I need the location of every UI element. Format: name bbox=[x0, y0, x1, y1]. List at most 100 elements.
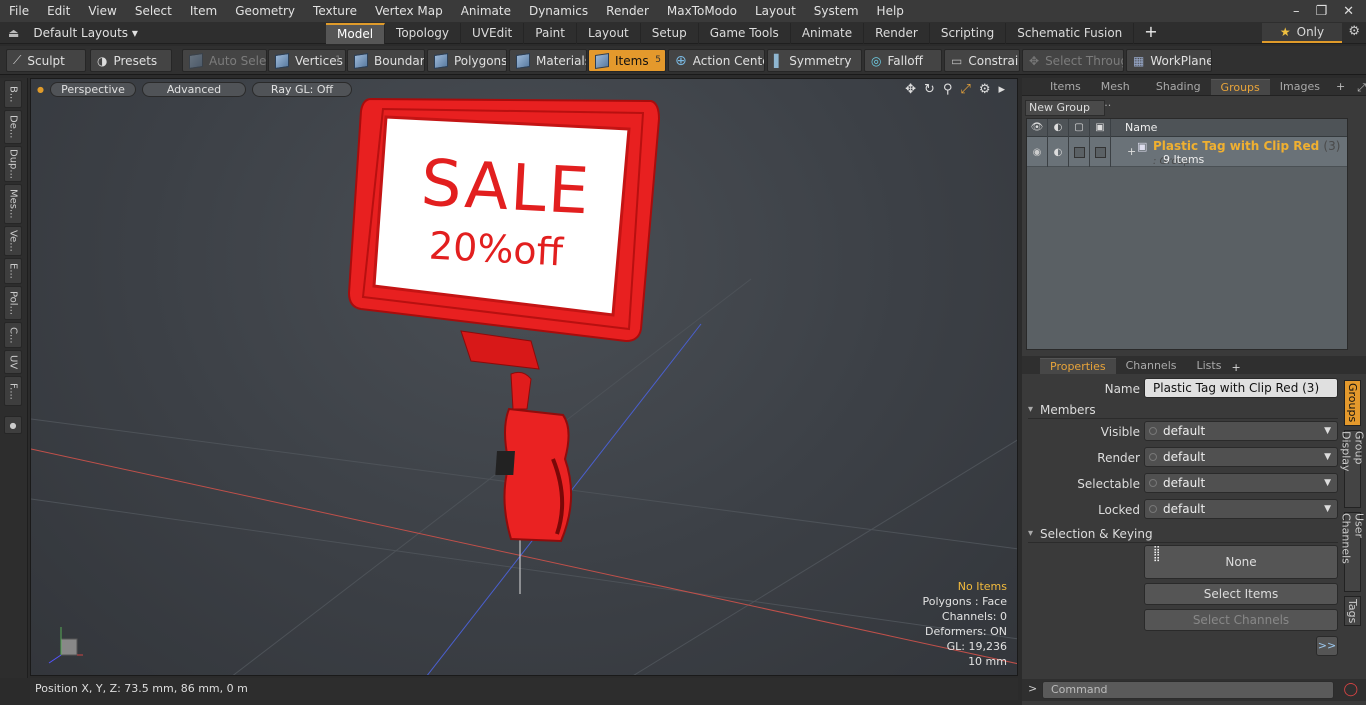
presets-button[interactable]: ◑ Presets bbox=[90, 49, 172, 72]
left-tab-basic[interactable]: B... bbox=[4, 80, 22, 108]
menu-texture[interactable]: Texture bbox=[304, 0, 366, 22]
left-tab-uv[interactable]: UV bbox=[4, 350, 22, 374]
members-section[interactable]: Members bbox=[1028, 401, 1338, 419]
visible-dropdown[interactable]: default ▼ bbox=[1144, 421, 1338, 441]
auto-select-button[interactable]: Auto Select bbox=[182, 49, 267, 72]
tab-setup[interactable]: Setup bbox=[641, 22, 699, 44]
close-button[interactable]: ✕ bbox=[1343, 4, 1354, 19]
row-eye-icon[interactable]: ◉ bbox=[1027, 137, 1048, 167]
workplane-button[interactable]: ▦ WorkPlane bbox=[1126, 49, 1212, 72]
menu-edit[interactable]: Edit bbox=[38, 0, 79, 22]
panel-expand-icon[interactable]: ⤢ bbox=[1357, 81, 1366, 95]
select-through-button[interactable]: ✥Select Through bbox=[1022, 49, 1124, 72]
only-toggle[interactable]: ★ Only bbox=[1262, 23, 1342, 43]
sculpt-button[interactable]: ⟋ Sculpt bbox=[6, 49, 86, 72]
constraints-button[interactable]: ▭Constrai... bbox=[944, 49, 1020, 72]
tab-items[interactable]: Items bbox=[1040, 79, 1091, 95]
items-button[interactable]: Items 5 bbox=[588, 49, 666, 72]
select-channels-button[interactable]: Select Channels bbox=[1144, 609, 1338, 631]
add-tab-icon[interactable]: + bbox=[1134, 22, 1167, 44]
render-icon[interactable]: ◐ bbox=[1048, 118, 1069, 137]
menu-geometry[interactable]: Geometry bbox=[226, 0, 304, 22]
boundary-button[interactable]: Boundary bbox=[347, 49, 425, 72]
menu-vertex-map[interactable]: Vertex Map bbox=[366, 0, 452, 22]
add-properties-tab-icon[interactable]: + bbox=[1231, 361, 1240, 374]
expand-icon[interactable]: + bbox=[1127, 145, 1136, 158]
3d-viewport[interactable]: SALE 20%off ● Perspective Advanced Ray G… bbox=[30, 78, 1018, 676]
select-items-button[interactable]: Select Items bbox=[1144, 583, 1338, 605]
left-tab-vertex[interactable]: Ve... bbox=[4, 226, 22, 256]
group-name-field[interactable]: Plastic Tag with Clip Red (3) bbox=[1144, 378, 1338, 398]
polygons-button[interactable]: Polygons bbox=[427, 49, 507, 72]
tab-mesh[interactable]: Mesh ... bbox=[1091, 79, 1146, 109]
minimize-button[interactable]: – bbox=[1293, 4, 1300, 19]
add-panel-tab-icon[interactable]: + bbox=[1330, 79, 1351, 95]
left-tab-mesh[interactable]: Mes... bbox=[4, 184, 22, 224]
menu-help[interactable]: Help bbox=[868, 0, 913, 22]
menu-dynamics[interactable]: Dynamics bbox=[520, 0, 597, 22]
tab-uvedit[interactable]: UVEdit bbox=[461, 22, 525, 44]
tab-images[interactable]: Images bbox=[1270, 79, 1330, 95]
left-tab-duplicate[interactable]: Dup... bbox=[4, 146, 22, 182]
symmetry-button[interactable]: ▌ Symmetry bbox=[767, 49, 862, 72]
selection-keying-section[interactable]: Selection & Keying bbox=[1028, 525, 1338, 543]
zoom-icon[interactable]: ⚲ bbox=[943, 82, 953, 97]
menu-render[interactable]: Render bbox=[597, 0, 658, 22]
left-strip-toggle[interactable]: ● bbox=[4, 416, 22, 434]
vertices-button[interactable]: Vertices 1 bbox=[268, 49, 346, 72]
tab-properties[interactable]: Properties bbox=[1040, 358, 1116, 374]
new-group-button[interactable]: New Group bbox=[1025, 100, 1105, 116]
maximize-button[interactable]: ❐ bbox=[1315, 4, 1327, 19]
left-tab-deform[interactable]: De... bbox=[4, 110, 22, 144]
row-lock-checkbox[interactable] bbox=[1073, 146, 1085, 158]
layouts-dropdown[interactable]: Default Layouts ▾ bbox=[33, 26, 138, 40]
materials-button[interactable]: Materials bbox=[509, 49, 587, 72]
tab-layout[interactable]: Layout bbox=[577, 22, 641, 44]
group-row[interactable]: ◉ ◐ + ▣ Plastic Tag with Clip Red (3) : … bbox=[1027, 137, 1347, 167]
pan-icon[interactable]: ✥ bbox=[905, 82, 916, 97]
record-icon[interactable]: ◯ bbox=[1343, 682, 1358, 697]
left-tab-edge[interactable]: E... bbox=[4, 258, 22, 284]
tab-model[interactable]: Model bbox=[326, 22, 386, 44]
tab-groups[interactable]: Groups bbox=[1210, 79, 1270, 95]
fit-icon[interactable]: ⤢ bbox=[960, 82, 970, 97]
render-dropdown[interactable]: default ▼ bbox=[1144, 447, 1338, 467]
menu-file[interactable]: File bbox=[0, 0, 38, 22]
viewport-menu-icon[interactable]: ● bbox=[37, 85, 44, 94]
raygl-button[interactable]: Ray GL: Off bbox=[251, 81, 352, 97]
menu-system[interactable]: System bbox=[805, 0, 868, 22]
locked-dropdown[interactable]: default ▼ bbox=[1144, 499, 1338, 519]
menu-animate[interactable]: Animate bbox=[452, 0, 520, 22]
tab-lists[interactable]: Lists bbox=[1187, 358, 1232, 374]
visibility-eye-icon[interactable]: 👁 bbox=[1027, 118, 1048, 137]
menu-maxtomodo[interactable]: MaxToModo bbox=[658, 0, 746, 22]
row-select-checkbox[interactable] bbox=[1094, 146, 1106, 158]
tab-scripting[interactable]: Scripting bbox=[930, 22, 1007, 44]
tab-shading[interactable]: Shading bbox=[1146, 79, 1211, 95]
view-mode-button[interactable]: Perspective bbox=[49, 81, 136, 97]
viewport-expand-icon[interactable]: ▸ bbox=[998, 82, 1005, 97]
tab-topology[interactable]: Topology bbox=[385, 22, 462, 44]
tab-game-tools[interactable]: Game Tools bbox=[699, 22, 791, 44]
side-tab-group-display[interactable]: Group Display bbox=[1340, 430, 1366, 508]
command-input[interactable]: Command bbox=[1042, 681, 1334, 699]
falloff-button[interactable]: ◎ Falloff bbox=[864, 49, 942, 72]
row-render-icon[interactable]: ◐ bbox=[1048, 137, 1069, 167]
side-tab-tags[interactable]: Tags bbox=[1344, 596, 1361, 626]
lock-icon[interactable]: ▢ bbox=[1069, 118, 1090, 137]
viewport-settings-icon[interactable]: ⚙ bbox=[979, 82, 991, 97]
shading-mode-button[interactable]: Advanced bbox=[141, 81, 246, 97]
tab-schematic-fusion[interactable]: Schematic Fusion bbox=[1006, 22, 1135, 44]
tab-animate[interactable]: Animate bbox=[791, 22, 865, 44]
more-button[interactable]: >> bbox=[1316, 636, 1338, 656]
left-tab-fusion[interactable]: F.... bbox=[4, 376, 22, 406]
side-tab-user-channels[interactable]: User Channels bbox=[1340, 512, 1366, 592]
menu-select[interactable]: Select bbox=[126, 0, 181, 22]
rotate-icon[interactable]: ↻ bbox=[924, 82, 935, 97]
left-tab-curve[interactable]: C... bbox=[4, 322, 22, 348]
tab-render[interactable]: Render bbox=[864, 22, 930, 44]
keying-none-button[interactable]: ⠿ ⠿ None bbox=[1144, 545, 1338, 579]
selectable-dropdown[interactable]: default ▼ bbox=[1144, 473, 1338, 493]
tab-paint[interactable]: Paint bbox=[524, 22, 577, 44]
side-tab-groups[interactable]: Groups bbox=[1344, 380, 1361, 426]
